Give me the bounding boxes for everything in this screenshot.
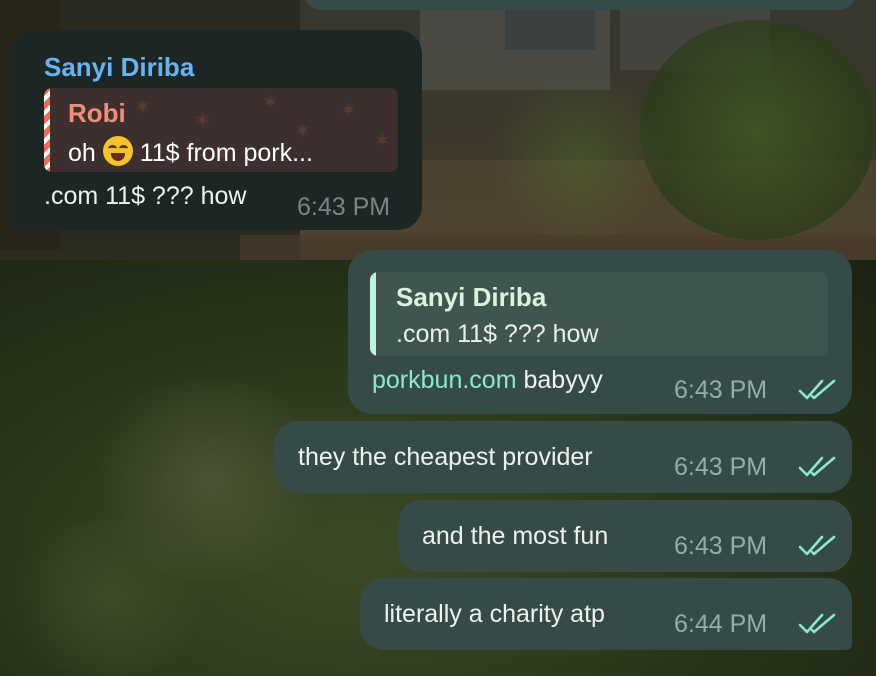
reply-text: .com 11$ ??? how [396,320,599,348]
double-check-icon [798,535,836,556]
reply-author: Sanyi Diriba [396,282,547,312]
leaf-pattern-icon: ✶ [194,110,211,132]
message-time: 6:43 PM [674,453,768,481]
reply-preview[interactable]: ✶ ✶ ✶ ✶ ✶ ✶ ✶ Robi oh 11$ from pork... [44,88,398,172]
reply-bar [370,272,376,356]
outgoing-message-partial[interactable] [300,0,860,10]
outgoing-message[interactable]: they the cheapest provider 6:43 PM [274,421,852,493]
message-text: porkbun.com babyyy [372,366,603,394]
leaf-pattern-icon: ✶ [374,130,391,152]
leaf-pattern-icon: ✶ [134,96,151,118]
message-text: they the cheapest provider [298,443,593,471]
leaf-pattern-icon: ✶ [262,92,279,114]
message-text: literally a charity atp [384,600,605,628]
message-time: 6:43 PM [297,193,391,221]
message-time: 6:43 PM [674,532,768,560]
outgoing-message[interactable]: Sanyi Diriba .com 11$ ??? how porkbun.co… [348,250,852,414]
reply-bar [44,88,50,172]
reply-author: Robi [68,98,126,128]
double-check-icon [798,379,836,400]
message-time: 6:44 PM [674,610,768,638]
outgoing-message[interactable]: literally a charity atp 6:44 PM [360,578,852,650]
incoming-message[interactable]: Sanyi Diriba ✶ ✶ ✶ ✶ ✶ ✶ ✶ Robi oh 11$ f… [10,30,422,230]
face-with-tears-of-joy-icon [102,136,133,166]
reply-text: oh 11$ from pork... [68,136,313,168]
reply-preview[interactable]: Sanyi Diriba .com 11$ ??? how [370,272,828,356]
double-check-icon [798,613,836,634]
message-time: 6:43 PM [674,376,768,404]
message-text: .com 11$ ??? how [44,182,247,210]
message-text: and the most fun [422,522,609,550]
leaf-pattern-icon: ✶ [340,100,357,122]
outgoing-message[interactable]: and the most fun 6:43 PM [398,500,852,572]
sender-name[interactable]: Sanyi Diriba [44,52,194,83]
double-check-icon [798,456,836,477]
message-link[interactable]: porkbun.com [372,366,517,394]
